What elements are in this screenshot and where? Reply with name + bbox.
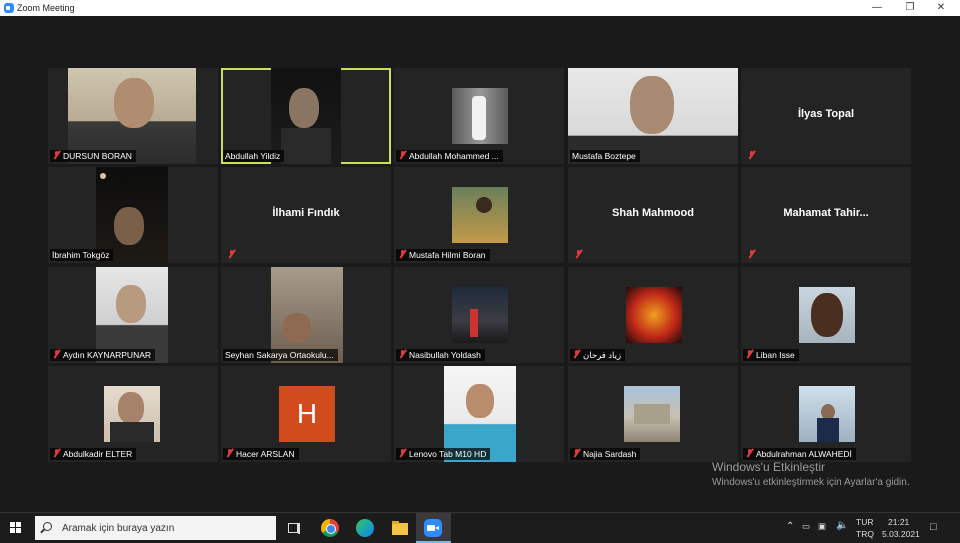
participant-tile[interactable]: Lenovo Tab M10 HD: [394, 366, 564, 462]
mic-muted-icon: [747, 249, 756, 259]
volume-icon[interactable]: 🔈: [836, 520, 848, 531]
mic-muted-icon: [745, 448, 754, 458]
gallery-view: DURSUN BORAN Abdullah Yildiz Abdullah Mo…: [0, 16, 960, 512]
minimize-button[interactable]: —: [862, 0, 892, 16]
chrome-icon[interactable]: [321, 519, 339, 537]
activation-watermark-title: Windows'u Etkinleştir: [712, 460, 825, 474]
search-icon: [43, 522, 52, 531]
clock-time[interactable]: 21:21: [888, 517, 909, 527]
participant-name-tag: DURSUN BORAN: [50, 150, 136, 162]
participant-tile[interactable]: Seyhan Sakarya Ortaokulu...: [221, 267, 391, 363]
windows-taskbar: Aramak için buraya yazın ⌃ ▭ ▣ 🔈 TUR TRQ…: [0, 512, 960, 543]
taskbar-search-box[interactable]: Aramak için buraya yazın: [35, 516, 276, 540]
participant-tile[interactable]: İlhami Fındık: [221, 167, 391, 263]
mic-muted-icon: [398, 150, 407, 160]
participant-tile[interactable]: DURSUN BORAN: [48, 68, 218, 164]
participant-name-tag: Hacer ARSLAN: [223, 448, 299, 460]
participant-name-tag: Liban Isse: [743, 349, 799, 361]
mic-muted-icon: [227, 249, 236, 259]
participant-display-name: Shah Mahmood: [612, 207, 694, 219]
close-button[interactable]: ✕: [926, 0, 956, 16]
mic-muted-icon: [745, 349, 754, 359]
participant-tile[interactable]: Najia Sardash: [568, 366, 738, 462]
participant-tile[interactable]: H Hacer ARSLAN: [221, 366, 391, 462]
participant-tile[interactable]: Nasibullah Yoldash: [394, 267, 564, 363]
notifications-icon[interactable]: □: [930, 521, 937, 533]
participant-display-name: İlyas Topal: [797, 108, 855, 120]
mic-muted-icon: [572, 349, 581, 359]
participant-name-tag: Abdullah Yildiz: [223, 150, 285, 162]
mic-muted-icon: [52, 150, 61, 160]
mic-muted-icon: [572, 448, 581, 458]
language-indicator-bottom[interactable]: TRQ: [856, 529, 874, 539]
mic-muted-icon: [52, 448, 61, 458]
participant-tile[interactable]: Liban Isse: [741, 267, 911, 363]
participant-tile-active-speaker[interactable]: Abdullah Yildiz: [221, 68, 391, 164]
participant-tile[interactable]: Abdulrahman ALWAHEDİ: [741, 366, 911, 462]
zoom-logo-icon: [4, 3, 14, 13]
taskbar-zoom-active[interactable]: [416, 513, 451, 543]
participant-tile[interactable]: Mustafa Boztepe: [568, 68, 738, 164]
participant-tile[interactable]: Abdullah Mohammed ...: [394, 68, 564, 164]
battery-icon[interactable]: ▭: [802, 521, 810, 532]
video-feed: [626, 287, 682, 343]
participant-name-tag: Nasibullah Yoldash: [396, 349, 485, 361]
mic-muted-icon: [747, 150, 756, 160]
edge-icon[interactable]: [356, 519, 374, 537]
clock-date[interactable]: 5.03.2021: [882, 529, 920, 539]
video-feed: [104, 386, 160, 442]
video-feed: [624, 386, 680, 442]
participant-name-tag: Abdullah Mohammed ...: [396, 150, 503, 162]
file-explorer-icon[interactable]: [391, 519, 409, 537]
participant-name-tag: Najia Sardash: [570, 448, 641, 460]
mic-muted-icon: [574, 249, 583, 259]
participant-display-name: Mahamat Tahir...: [783, 207, 869, 219]
participant-tile[interactable]: Abdulkadir ELTER: [48, 366, 218, 462]
task-view-icon[interactable]: [285, 519, 303, 537]
search-placeholder: Aramak için buraya yazın: [62, 523, 175, 534]
mic-muted-icon: [398, 349, 407, 359]
window-title: Zoom Meeting: [17, 3, 75, 13]
mic-muted-icon: [225, 448, 234, 458]
windows-start-icon[interactable]: [10, 522, 22, 534]
title-bar: Zoom Meeting — ❐ ✕: [0, 0, 960, 16]
network-icon[interactable]: ▣: [818, 521, 826, 532]
mic-muted-icon: [52, 349, 61, 359]
video-feed: [799, 287, 855, 343]
participant-display-name: İlhami Fındık: [272, 207, 340, 219]
activation-watermark-subtitle: Windows'u etkinleştirmek için Ayarlar'a …: [712, 477, 910, 488]
participant-name-tag: Abdulrahman ALWAHEDİ: [743, 448, 856, 460]
participant-tile[interactable]: İlyas Topal: [741, 68, 911, 164]
participant-name-tag: Abdulkadir ELTER: [50, 448, 137, 460]
mic-muted-icon: [398, 448, 407, 458]
video-feed: [799, 386, 855, 442]
video-feed: [452, 88, 508, 144]
participant-name-tag: Lenovo Tab M10 HD: [396, 448, 491, 460]
participant-tile[interactable]: Mustafa Hilmi Boran: [394, 167, 564, 263]
video-feed: [452, 287, 508, 343]
participant-name-tag: İbrahim Tokgöz: [50, 249, 114, 261]
language-indicator-top[interactable]: TUR: [856, 517, 873, 527]
participant-avatar: H: [279, 386, 335, 442]
video-feed: [452, 187, 508, 243]
participant-name-tag: Mustafa Boztepe: [570, 150, 640, 162]
participant-name-tag: Aydın KAYNARPUNAR: [50, 349, 156, 361]
participant-tile[interactable]: İbrahim Tokgöz: [48, 167, 218, 263]
participant-name-tag: Seyhan Sakarya Ortaokulu...: [223, 349, 338, 361]
tray-chevron-up-icon[interactable]: ⌃: [786, 521, 794, 532]
participant-tile[interactable]: Aydın KAYNARPUNAR: [48, 267, 218, 363]
participant-tile[interactable]: Mahamat Tahir...: [741, 167, 911, 263]
mic-muted-icon: [398, 249, 407, 259]
participant-tile[interactable]: زیاد فرحان: [568, 267, 738, 363]
restore-button[interactable]: ❐: [895, 0, 925, 16]
participant-tile[interactable]: Shah Mahmood: [568, 167, 738, 263]
participant-name-tag: Mustafa Hilmi Boran: [396, 249, 490, 261]
participant-name-tag: زیاد فرحان: [570, 349, 626, 361]
